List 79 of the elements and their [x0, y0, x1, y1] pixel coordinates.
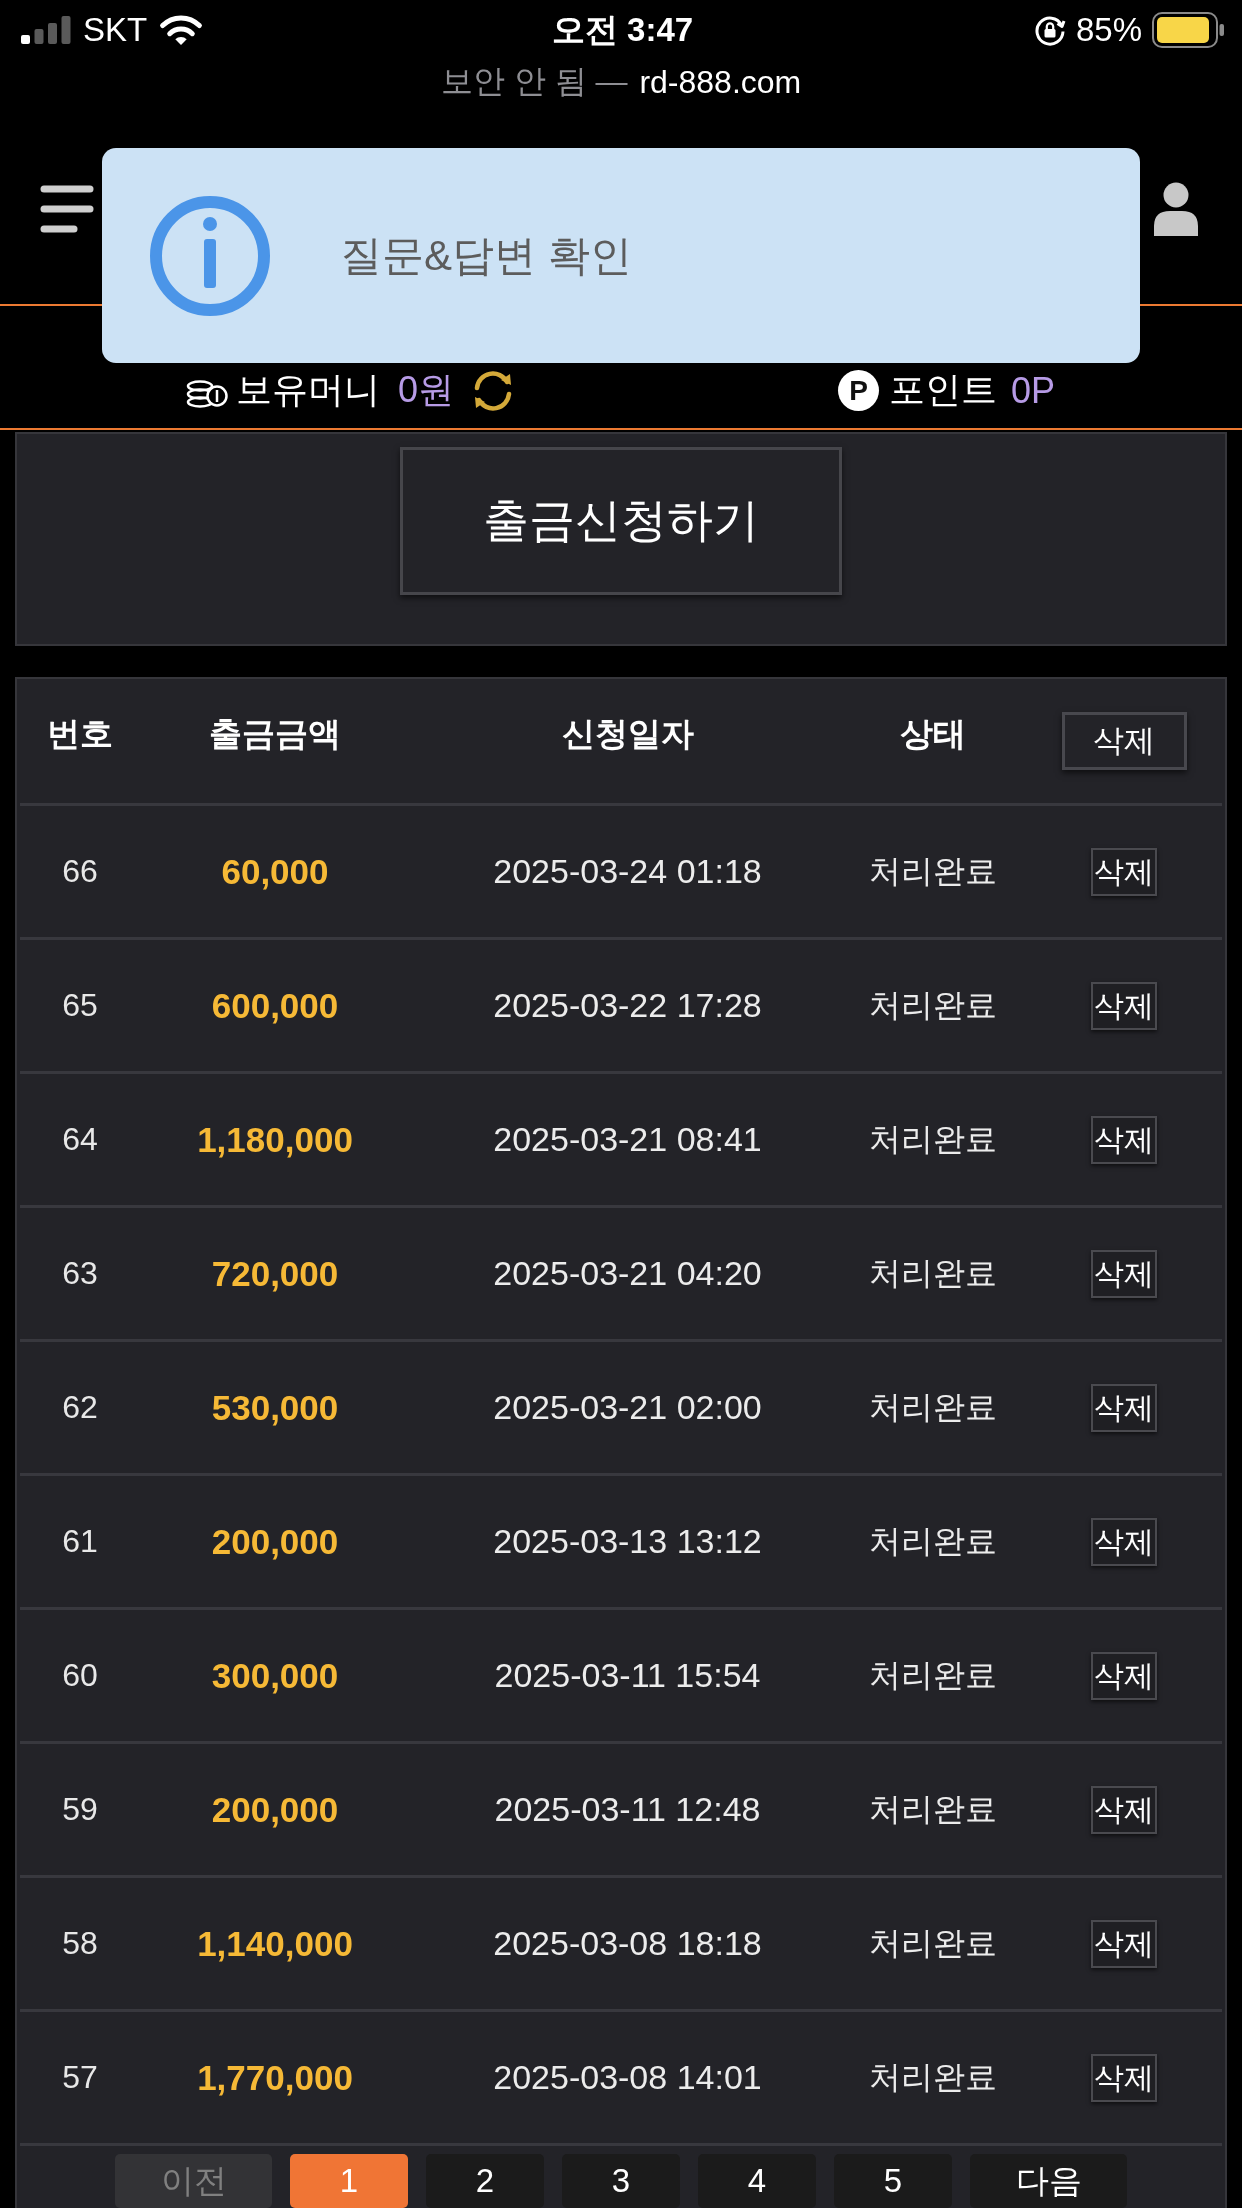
amount-value: 530,000: [211, 1387, 339, 1428]
clock-time: 오전 3:47: [551, 9, 694, 50]
request-date: 2025-03-22 17:28: [493, 986, 762, 1025]
amount-value: 1,180,000: [197, 1119, 353, 1160]
status-label: 처리완료: [868, 1253, 997, 1293]
request-date: 2025-03-21 04:20: [493, 1254, 762, 1293]
status-label: 처리완료: [868, 1655, 997, 1695]
request-date: 2025-03-08 14:01: [493, 2058, 762, 2097]
amount-value: 1,770,000: [197, 2057, 353, 2098]
page-button[interactable]: 2: [426, 2154, 544, 2208]
points-label: 포인트: [889, 368, 997, 412]
delete-button[interactable]: 삭제: [1091, 1249, 1157, 1298]
wifi-icon: [159, 14, 204, 46]
info-icon: [150, 195, 270, 316]
entry-number: 57: [62, 2059, 98, 2096]
entry-number: 58: [62, 1925, 98, 1962]
carrier-name: SKT: [83, 11, 148, 49]
balance-label: 보유머니: [236, 368, 380, 412]
amount-value: 300,000: [211, 1655, 339, 1696]
delete-button[interactable]: 삭제: [1091, 2053, 1157, 2102]
amount-value: 200,000: [211, 1789, 339, 1830]
entry-number: 62: [62, 1389, 98, 1426]
status-label: 처리완료: [868, 1521, 997, 1561]
request-date: 2025-03-13 13:12: [493, 1522, 762, 1561]
delete-button[interactable]: 삭제: [1091, 1919, 1157, 1968]
request-date: 2025-03-08 18:18: [493, 1924, 762, 1963]
status-label: 처리완료: [868, 1923, 997, 1963]
next-page-button[interactable]: 다음: [970, 2154, 1127, 2208]
entry-number: 66: [62, 853, 98, 890]
page-button[interactable]: 4: [698, 2154, 816, 2208]
toast-message: 질문&답변 확인: [340, 230, 632, 281]
amount-value: 200,000: [211, 1521, 339, 1562]
request-date: 2025-03-11 12:48: [494, 1790, 761, 1829]
column-header: 상태: [899, 713, 966, 754]
column-header: 번호: [47, 713, 113, 754]
status-label: 처리완료: [868, 2057, 997, 2097]
entry-number: 59: [62, 1791, 98, 1828]
menu-icon[interactable]: [40, 185, 94, 233]
page-button[interactable]: 3: [562, 2154, 680, 2208]
status-label: 처리완료: [868, 985, 997, 1025]
battery-percent: 85%: [1075, 11, 1142, 49]
entry-number: 64: [62, 1121, 98, 1158]
column-header: 신청일자: [561, 713, 694, 754]
request-date: 2025-03-11 15:54: [494, 1656, 761, 1695]
amount-value: 1,140,000: [197, 1923, 353, 1964]
amount-value: 720,000: [211, 1253, 339, 1294]
delete-button[interactable]: 삭제: [1061, 712, 1187, 770]
status-label: 처리완료: [868, 1119, 997, 1159]
points-value: 0P: [1011, 369, 1056, 412]
rotation-lock-icon: [1033, 14, 1066, 46]
amount-value: 60,000: [221, 851, 329, 892]
battery-icon: [1152, 12, 1224, 48]
status-label: 처리완료: [868, 1789, 997, 1829]
user-icon[interactable]: [1153, 182, 1199, 236]
page-button[interactable]: 5: [834, 2154, 952, 2208]
delete-button[interactable]: 삭제: [1091, 981, 1157, 1030]
delete-button[interactable]: 삭제: [1091, 1517, 1157, 1566]
delete-button[interactable]: 삭제: [1091, 1651, 1157, 1700]
security-warning: 보안 안 됨 —: [440, 62, 628, 101]
delete-button[interactable]: 삭제: [1091, 1785, 1157, 1834]
entry-number: 61: [62, 1523, 98, 1560]
status-label: 처리완료: [868, 1387, 997, 1427]
balance-value: 0원: [398, 368, 455, 412]
request-date: 2025-03-21 02:00: [493, 1388, 762, 1427]
entry-number: 65: [62, 987, 98, 1024]
signal-icon: [21, 16, 71, 44]
entry-number: 63: [62, 1255, 98, 1292]
delete-button[interactable]: 삭제: [1091, 1383, 1157, 1432]
request-date: 2025-03-21 08:41: [493, 1120, 762, 1159]
entry-number: 60: [62, 1657, 98, 1694]
points-badge: P: [838, 370, 879, 411]
delete-button[interactable]: 삭제: [1091, 847, 1157, 896]
delete-button[interactable]: 삭제: [1091, 1115, 1157, 1164]
request-date: 2025-03-24 01:18: [493, 852, 762, 891]
column-header: 출금금액: [209, 713, 341, 754]
status-label: 처리완료: [868, 851, 997, 891]
withdraw-request-button[interactable]: 출금신청하기: [400, 447, 842, 595]
amount-value: 600,000: [211, 985, 339, 1026]
site-domain[interactable]: rd-888.com: [639, 63, 802, 101]
